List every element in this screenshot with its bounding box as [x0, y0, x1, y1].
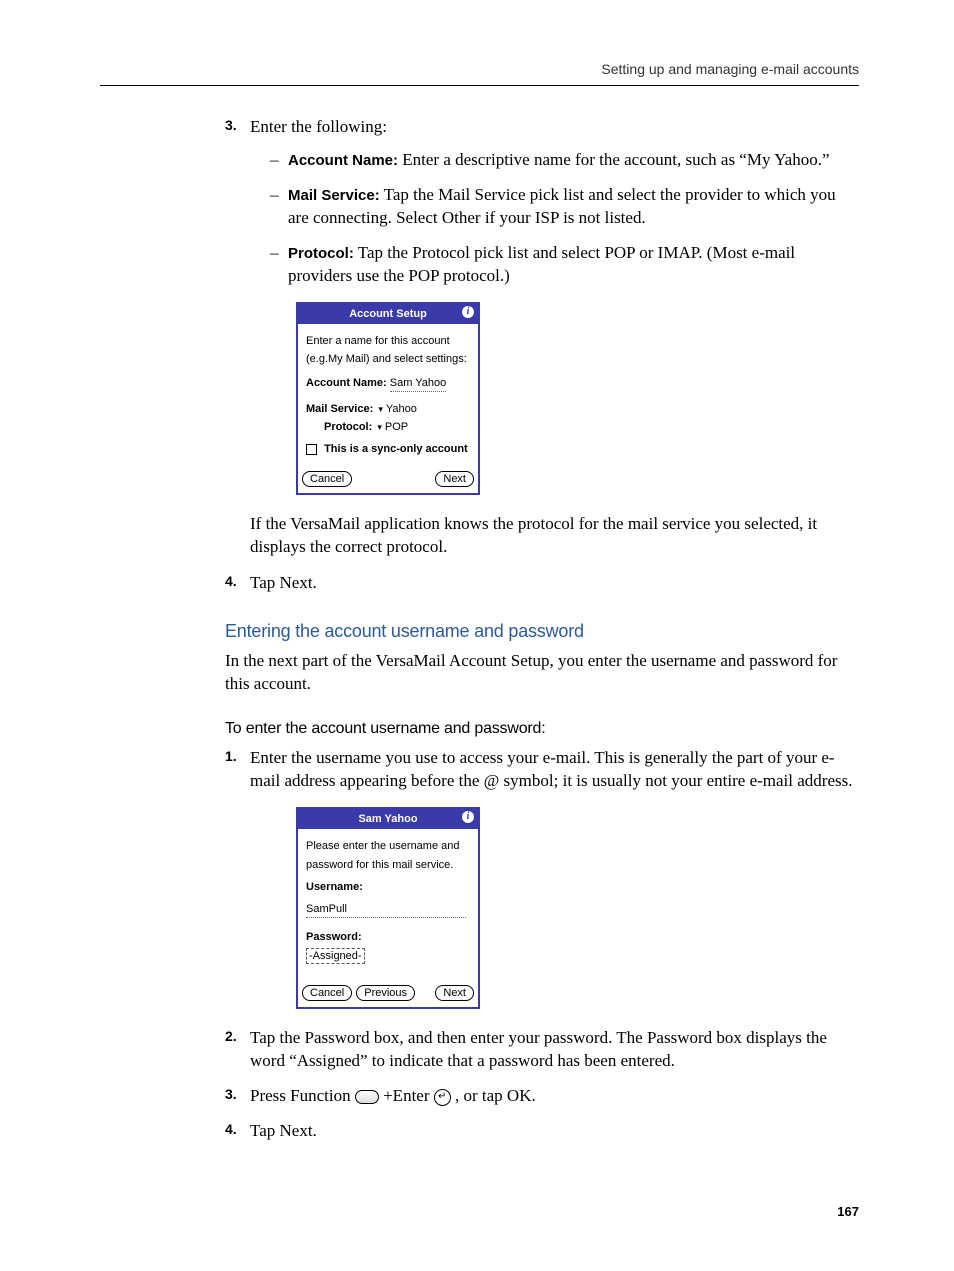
- step-1: 1. Enter the username you use to access …: [225, 747, 859, 1009]
- procedure-heading: To enter the account username and passwo…: [225, 718, 859, 740]
- protocol-note: If the VersaMail application knows the p…: [250, 513, 859, 559]
- account-name-input[interactable]: Sam Yahoo: [390, 376, 446, 391]
- field-label: Account Name:: [288, 152, 398, 169]
- username-input[interactable]: SamPull: [306, 902, 466, 917]
- step-3: 3. Press Function +Enter ↵ , or tap OK.: [225, 1085, 859, 1108]
- step-4: 4. Tap Next.: [225, 1120, 859, 1143]
- substep-account-name: Account Name: Enter a descriptive name f…: [270, 149, 859, 172]
- palm-title-text: Account Setup: [349, 308, 427, 320]
- step-text: Enter the username you use to access you…: [250, 748, 852, 790]
- field-label: Mail Service:: [288, 187, 380, 204]
- palm-titlebar: Sam Yahoo i: [298, 809, 478, 829]
- substep-protocol: Protocol: Tap the Protocol pick list and…: [270, 242, 859, 288]
- protocol-picklist[interactable]: POP: [375, 421, 408, 433]
- cancel-button[interactable]: Cancel: [302, 985, 352, 1001]
- substep-mail-service: Mail Service: Tap the Mail Service pick …: [270, 184, 859, 230]
- mail-service-picklist[interactable]: Yahoo: [376, 403, 417, 415]
- account-name-label: Account Name:: [306, 377, 387, 389]
- info-icon[interactable]: i: [462, 306, 474, 318]
- sync-only-label: This is a sync-only account: [324, 443, 468, 455]
- step-number: 2.: [225, 1027, 237, 1046]
- page-header: Setting up and managing e-mail accounts: [100, 60, 859, 86]
- step-text: Tap Next.: [250, 573, 317, 592]
- next-button[interactable]: Next: [435, 471, 474, 487]
- step-number: 3.: [225, 116, 237, 135]
- info-icon[interactable]: i: [462, 811, 474, 823]
- step-intro: Enter the following:: [250, 117, 387, 136]
- next-button[interactable]: Next: [435, 985, 474, 1001]
- field-label: Protocol:: [288, 245, 354, 262]
- function-key-icon: [355, 1090, 379, 1104]
- palm-instruction: password for this mail service.: [306, 858, 470, 872]
- username-label: Username:: [306, 880, 470, 894]
- palm-titlebar: Account Setup i: [298, 304, 478, 324]
- field-text: Enter a descriptive name for the account…: [398, 150, 829, 169]
- enter-key-icon: ↵: [434, 1089, 451, 1106]
- password-label: Password:: [306, 930, 470, 944]
- section-intro: In the next part of the VersaMail Accoun…: [225, 650, 859, 696]
- step-4: 4. Tap Next.: [225, 572, 859, 595]
- step-number: 4.: [225, 572, 237, 591]
- palm-instruction: Please enter the username and: [306, 839, 470, 853]
- step-text-mid: +Enter: [379, 1086, 434, 1105]
- field-text: Tap the Protocol pick list and select PO…: [288, 243, 795, 285]
- step-number: 3.: [225, 1085, 237, 1104]
- page-content: 3. Enter the following: Account Name: En…: [225, 116, 859, 1143]
- section-heading: Entering the account username and passwo…: [225, 619, 859, 643]
- page-number: 167: [100, 1203, 859, 1221]
- cancel-button[interactable]: Cancel: [302, 471, 352, 487]
- step-text-pre: Press Function: [250, 1086, 355, 1105]
- sync-only-checkbox[interactable]: [306, 444, 317, 455]
- palm-title-text: Sam Yahoo: [358, 813, 417, 825]
- step-text: Tap Next.: [250, 1121, 317, 1140]
- step-number: 1.: [225, 747, 237, 766]
- username-password-screenshot: Sam Yahoo i Please enter the username an…: [296, 807, 480, 1009]
- password-box[interactable]: -Assigned-: [306, 948, 365, 964]
- mail-service-label: Mail Service:: [306, 403, 373, 415]
- step-2: 2. Tap the Password box, and then enter …: [225, 1027, 859, 1073]
- previous-button[interactable]: Previous: [356, 985, 415, 1001]
- protocol-label: Protocol:: [324, 421, 372, 433]
- step-text-post: , or tap OK.: [451, 1086, 536, 1105]
- step-number: 4.: [225, 1120, 237, 1139]
- palm-instruction: (e.g.My Mail) and select settings:: [306, 352, 470, 366]
- step-text: Tap the Password box, and then enter you…: [250, 1028, 827, 1070]
- account-setup-screenshot: Account Setup i Enter a name for this ac…: [296, 302, 480, 495]
- palm-instruction: Enter a name for this account: [306, 334, 470, 348]
- step-3: 3. Enter the following: Account Name: En…: [225, 116, 859, 559]
